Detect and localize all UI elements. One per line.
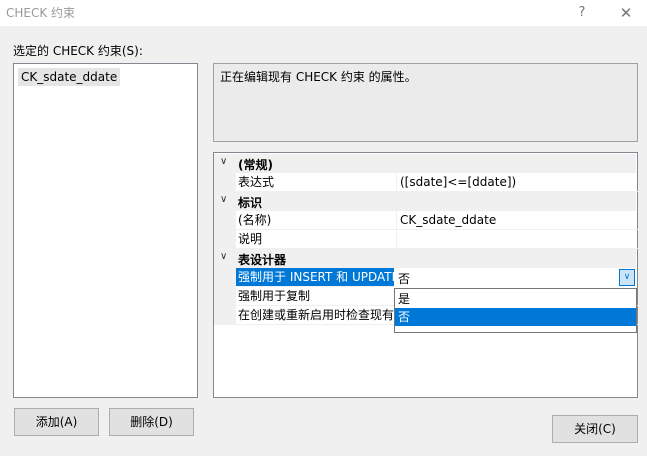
chevron-down-icon[interactable]: ∨ bbox=[619, 269, 635, 286]
close-icon[interactable]: ✕ bbox=[612, 2, 640, 24]
combo-value: 否 bbox=[398, 272, 411, 286]
description-text: 正在编辑现有 CHECK 约束 的属性。 bbox=[220, 70, 417, 84]
property-name: 强制用于 INSERT 和 UPDATE bbox=[236, 268, 397, 287]
chevron-down-icon[interactable]: ∨ bbox=[220, 194, 227, 205]
description-box: 正在编辑现有 CHECK 约束 的属性。 bbox=[213, 63, 638, 142]
property-row-name[interactable]: (名称) CK_sdate_ddate bbox=[214, 211, 640, 230]
property-value[interactable] bbox=[396, 230, 640, 249]
delete-button[interactable]: 删除(D) bbox=[109, 408, 194, 436]
title-bar: CHECK 约束 ? ✕ bbox=[0, 0, 647, 26]
add-button[interactable]: 添加(A) bbox=[14, 408, 99, 436]
dropdown-option-yes[interactable]: 是 bbox=[395, 290, 636, 308]
enforce-insert-update-combo[interactable]: 否 ∨ bbox=[394, 268, 637, 288]
property-name: 表达式 bbox=[236, 173, 397, 192]
chevron-down-icon[interactable]: ∨ bbox=[220, 156, 227, 167]
property-name: (名称) bbox=[236, 211, 397, 230]
property-name: 在创建或重新启用时检查现有数据 bbox=[236, 306, 397, 325]
dropdown-option-no[interactable]: 否 bbox=[395, 308, 636, 326]
combo-dropdown-list[interactable]: 是 否 bbox=[394, 288, 637, 333]
category-identity[interactable]: ∨ 标识 bbox=[214, 192, 636, 211]
property-row-expression[interactable]: 表达式 ([sdate]<=[ddate]) bbox=[214, 173, 640, 192]
list-item[interactable]: CK_sdate_ddate bbox=[18, 68, 121, 86]
chevron-down-icon[interactable]: ∨ bbox=[220, 251, 227, 262]
category-label: (常规) bbox=[238, 158, 273, 172]
help-button[interactable]: ? bbox=[569, 2, 595, 24]
property-row-description[interactable]: 说明 bbox=[214, 230, 640, 249]
constraints-listbox[interactable]: CK_sdate_ddate bbox=[13, 63, 198, 398]
selected-constraints-label: 选定的 CHECK 约束(S): bbox=[13, 44, 143, 58]
property-value[interactable]: CK_sdate_ddate bbox=[396, 211, 640, 230]
close-button[interactable]: 关闭(C) bbox=[552, 415, 638, 443]
category-label: 表设计器 bbox=[238, 253, 287, 267]
property-name: 说明 bbox=[236, 230, 397, 249]
category-general[interactable]: ∨ (常规) bbox=[214, 154, 636, 173]
category-label: 标识 bbox=[238, 196, 263, 210]
property-value[interactable]: ([sdate]<=[ddate]) bbox=[396, 173, 640, 192]
property-name: 强制用于复制 bbox=[236, 287, 397, 306]
window-title: CHECK 约束 bbox=[6, 6, 76, 20]
category-table-designer[interactable]: ∨ 表设计器 bbox=[214, 249, 636, 268]
